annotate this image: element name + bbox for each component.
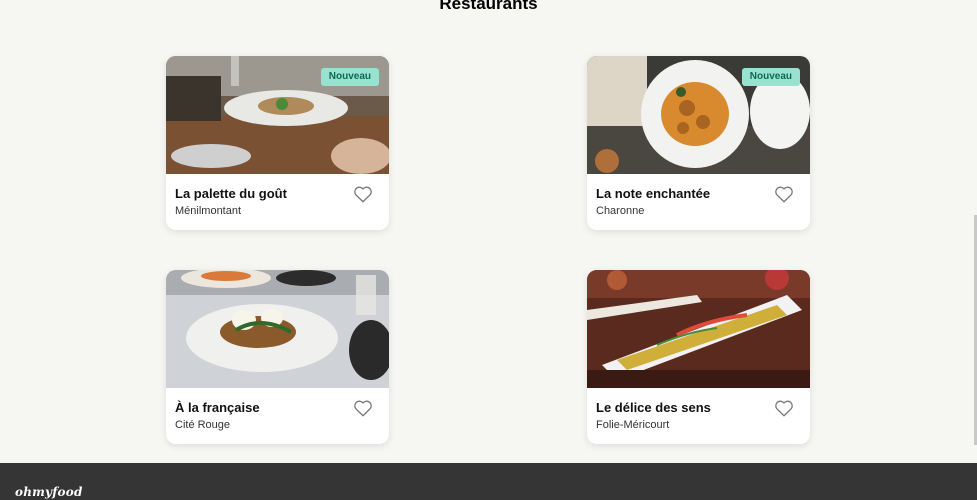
restaurant-card[interactable]: Le délice des sens Folie-Méricourt (587, 270, 810, 444)
heart-icon[interactable] (774, 399, 794, 417)
restaurant-district: Ménilmontant (175, 205, 242, 217)
restaurant-card[interactable]: À la française Cité Rouge (166, 270, 389, 444)
heart-icon[interactable] (774, 185, 794, 203)
restaurant-card[interactable]: Nouveau La note enchantée Charonne (587, 56, 810, 230)
section-title: Restaurants (439, 0, 538, 13)
restaurant-photo (587, 270, 810, 388)
restaurant-district: Folie-Méricourt (596, 419, 670, 431)
new-badge: Nouveau (320, 68, 379, 86)
footer: ohmyfood (0, 463, 977, 500)
footer-logo[interactable]: ohmyfood (15, 485, 83, 499)
heart-icon[interactable] (353, 185, 373, 203)
restaurant-name: La palette du goût (175, 186, 287, 201)
restaurant-photo (166, 270, 389, 388)
restaurant-card[interactable]: Nouveau La palette du goût Ménilmontant (166, 56, 389, 230)
restaurant-name: À la française (175, 400, 260, 415)
restaurant-name: Le délice des sens (596, 400, 711, 415)
heart-icon[interactable] (353, 399, 373, 417)
restaurant-district: Charonne (596, 205, 645, 217)
restaurant-name: La note enchantée (596, 186, 711, 201)
new-badge: Nouveau (741, 68, 800, 86)
restaurant-district: Cité Rouge (175, 419, 231, 431)
